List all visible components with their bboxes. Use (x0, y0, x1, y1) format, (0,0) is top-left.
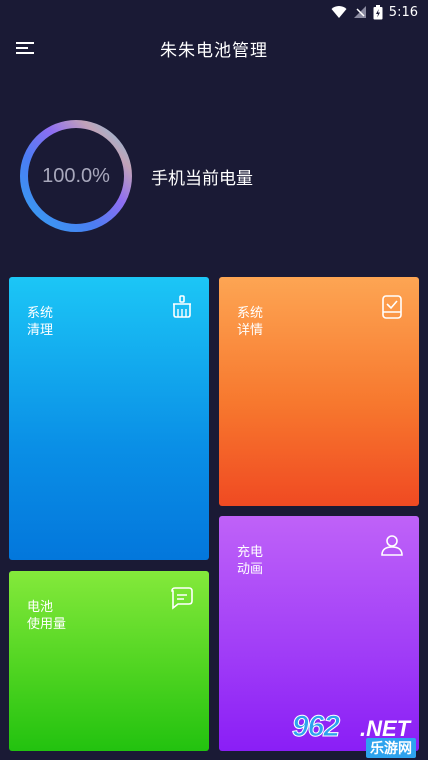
toolbar: 朱朱电池管理 (0, 24, 428, 72)
broom-icon (173, 295, 191, 318)
card-title: 充电 动画 (237, 545, 264, 577)
wifi-icon (331, 6, 347, 19)
battery-charging-icon (373, 4, 383, 19)
battery-label: 手机当前电量 (151, 169, 253, 189)
menu-button[interactable] (12, 34, 40, 62)
app-title: 朱朱电池管理 (160, 40, 268, 61)
signal-icon (353, 6, 366, 18)
card-title: 系统 详情 (237, 306, 264, 338)
status-bar: 5:16 (0, 0, 428, 24)
system-detail-card[interactable]: 系统 详情 (219, 277, 419, 506)
watermark-number: 962 (291, 710, 340, 744)
battery-section: 100.0% 手机当前电量 (16, 116, 416, 236)
user-icon (381, 535, 403, 556)
card-title: 电池 使用量 (27, 600, 67, 632)
watermark-sub: 乐游网 (366, 738, 416, 758)
card-title: 系统 清理 (27, 306, 54, 338)
status-time: 5:16 (388, 4, 418, 20)
menu-icon (16, 42, 34, 54)
battery-percent: 100.0% (42, 164, 110, 187)
watermark-logo: 962 .NET 乐游网 (288, 708, 424, 758)
tablet-check-icon (382, 295, 402, 319)
system-clean-card[interactable]: 系统 清理 (9, 277, 209, 560)
battery-usage-card[interactable]: 电池 使用量 (9, 571, 209, 751)
message-lines-icon (171, 587, 193, 610)
